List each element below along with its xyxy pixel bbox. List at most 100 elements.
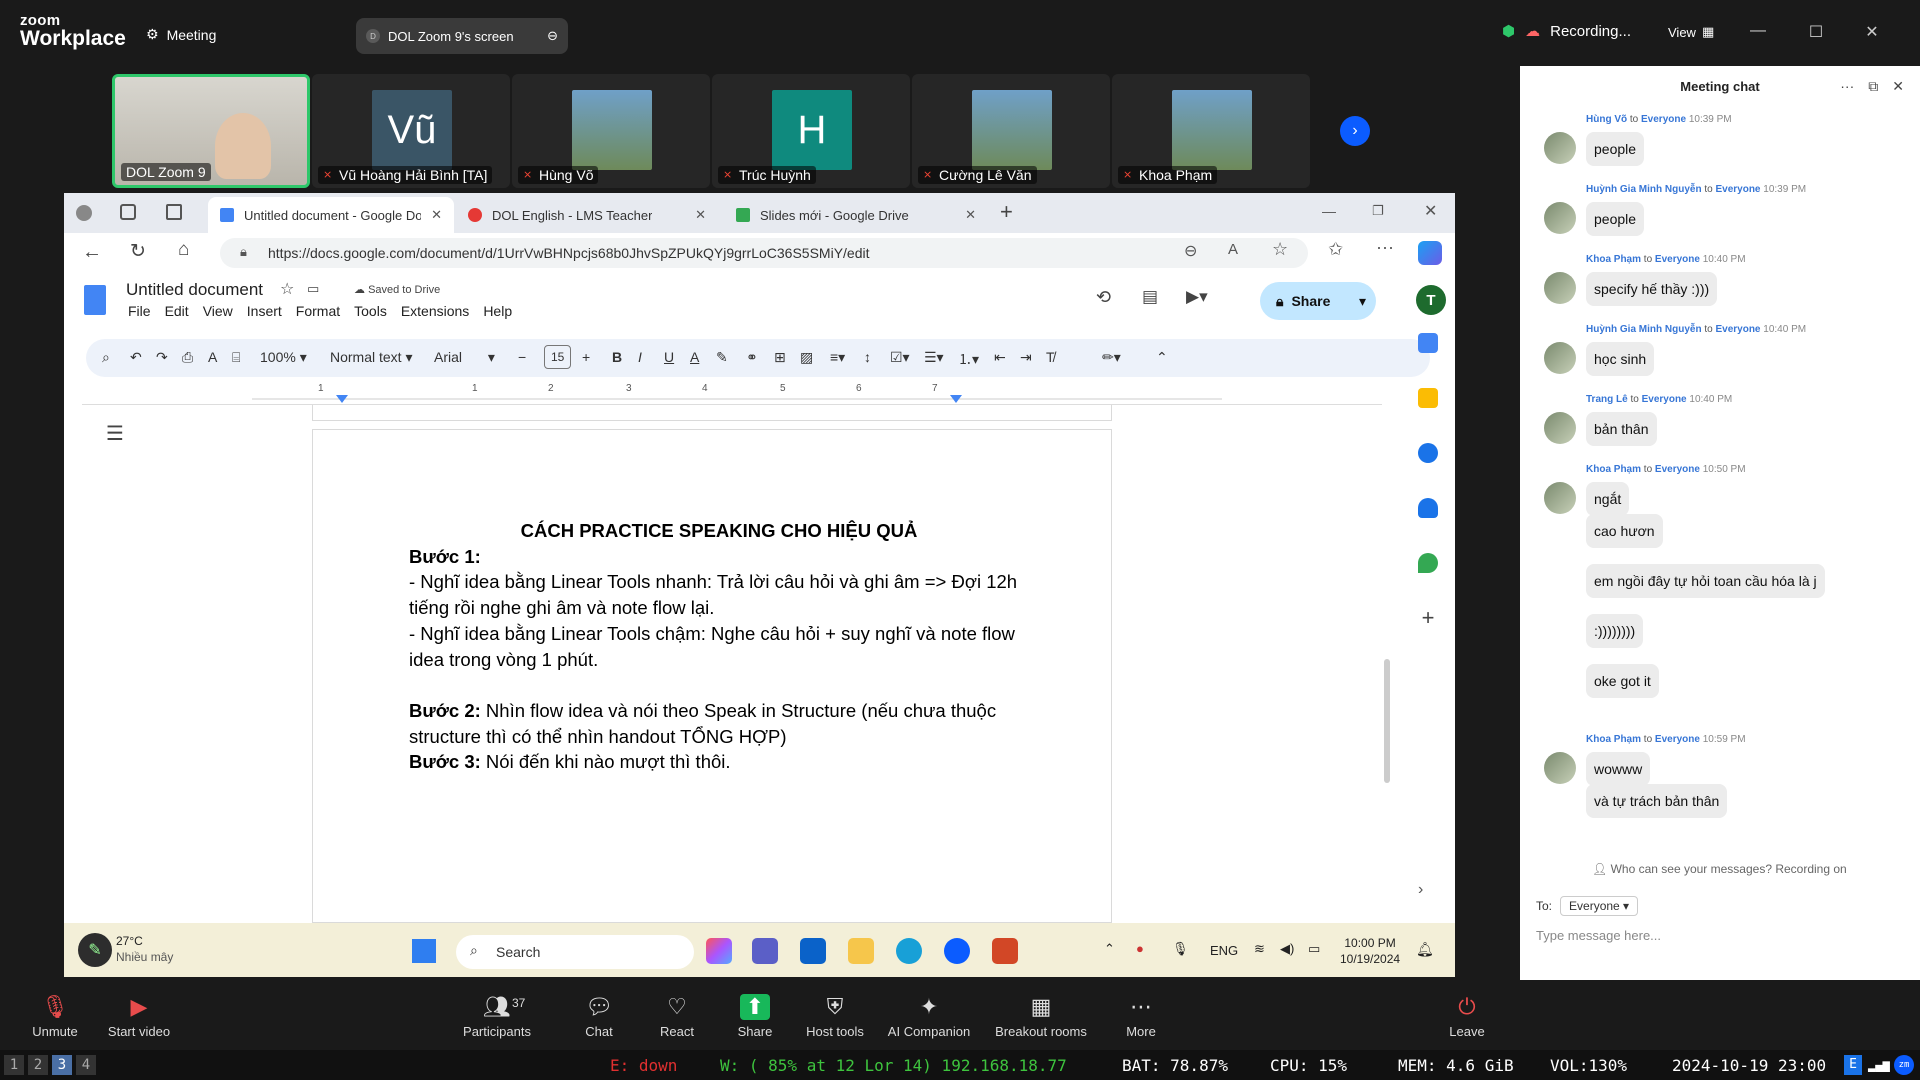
- edge-tray-icon[interactable]: E: [1844, 1055, 1862, 1075]
- zoom-page-icon[interactable]: ⊖: [1184, 241, 1197, 261]
- print-icon[interactable]: ⎙: [182, 349, 193, 366]
- control-ai-companion[interactable]: ✦ AI Companion: [874, 994, 984, 1039]
- settings-more-icon[interactable]: ···: [1376, 237, 1394, 258]
- control-breakout-rooms[interactable]: ▦ Breakout rooms: [986, 994, 1096, 1039]
- font-size-field[interactable]: 15: [544, 345, 572, 369]
- increase-indent-icon[interactable]: ⇥: [1020, 349, 1032, 366]
- user-avatar[interactable]: T: [1416, 285, 1446, 315]
- copilot-app-icon[interactable]: [706, 938, 732, 964]
- workspace-button[interactable]: 3: [52, 1055, 72, 1075]
- bold-icon[interactable]: B: [612, 349, 622, 365]
- view-button[interactable]: View ▦: [1668, 24, 1714, 40]
- link-icon[interactable]: ⚭: [746, 349, 758, 366]
- chat-more-icon[interactable]: ···: [1840, 78, 1854, 95]
- notifications-icon[interactable]: 🔔︎: [1416, 941, 1434, 958]
- checklist-icon[interactable]: ☑▾: [890, 349, 910, 366]
- next-page-icon[interactable]: ›: [1340, 116, 1370, 146]
- menu-edit[interactable]: Edit: [165, 303, 189, 319]
- move-folder-icon[interactable]: ▭: [307, 281, 319, 297]
- recipient-select[interactable]: Everyone ▾: [1560, 896, 1639, 916]
- zoom-select[interactable]: 100% ▾: [260, 349, 307, 366]
- popout-icon[interactable]: ⧉: [1868, 78, 1878, 95]
- back-icon[interactable]: ←: [82, 241, 102, 264]
- volume-icon[interactable]: ◀): [1280, 941, 1294, 957]
- browser-tab[interactable]: Untitled document - Google Docs ✕: [208, 197, 454, 233]
- share-dropdown-icon[interactable]: ▾: [1359, 293, 1366, 310]
- favorite-star-icon[interactable]: ☆: [1272, 239, 1288, 260]
- decrease-font-icon[interactable]: −: [518, 349, 526, 365]
- browser-tab[interactable]: DOL English - LMS Teacher ✕: [456, 197, 718, 233]
- windows-start-icon[interactable]: [412, 939, 436, 963]
- close-icon[interactable]: ✕: [1862, 22, 1882, 42]
- browser-tab[interactable]: Slides mới - Google Drive ✕: [724, 197, 988, 233]
- star-icon[interactable]: ☆: [280, 279, 294, 299]
- maximize-icon[interactable]: ☐: [1806, 22, 1826, 42]
- sender-name[interactable]: Trang Lê: [1586, 394, 1628, 405]
- file-explorer-icon[interactable]: [848, 938, 874, 964]
- save-status[interactable]: ☁ Saved to Drive: [354, 283, 440, 296]
- url-field[interactable]: https://docs.google.com/document/d/1UrrV…: [220, 238, 1308, 268]
- version-history-icon[interactable]: ⟲: [1096, 287, 1111, 308]
- menu-insert[interactable]: Insert: [247, 303, 282, 319]
- keep-icon[interactable]: [1418, 388, 1438, 408]
- participant-thumbnail[interactable]: ⨯ Khoa Phạm: [1112, 74, 1310, 188]
- font-select[interactable]: Arial ▾: [434, 349, 495, 366]
- menu-file[interactable]: File: [128, 303, 151, 319]
- contacts-icon[interactable]: [1418, 498, 1438, 518]
- style-select[interactable]: Normal text ▾: [330, 349, 413, 366]
- document-body[interactable]: CÁCH PRACTICE SPEAKING CHO HIỆU QUẢ Bước…: [409, 518, 1029, 775]
- tab-close-icon[interactable]: ✕: [695, 207, 706, 223]
- tray-overflow-icon[interactable]: ⌃: [1104, 941, 1115, 957]
- recipient-name[interactable]: Everyone: [1655, 464, 1700, 475]
- menu-extensions[interactable]: Extensions: [401, 303, 469, 319]
- workspace-button[interactable]: 1: [4, 1055, 24, 1075]
- sender-avatar[interactable]: [1544, 132, 1576, 164]
- input-language[interactable]: ENG: [1210, 943, 1238, 958]
- sender-name[interactable]: Hùng Võ: [1586, 114, 1627, 125]
- profile-icon[interactable]: [76, 205, 92, 221]
- sender-avatar[interactable]: [1544, 752, 1576, 784]
- zoom-app-icon[interactable]: [944, 938, 970, 964]
- sender-name[interactable]: Khoa Phạm: [1586, 734, 1641, 745]
- control-start-video[interactable]: ▶ Start video: [84, 994, 194, 1039]
- menu-help[interactable]: Help: [483, 303, 512, 319]
- align-icon[interactable]: ≡▾: [830, 349, 845, 366]
- teams-icon[interactable]: [752, 938, 778, 964]
- chat-input[interactable]: Type message here...: [1536, 928, 1661, 943]
- maps-icon[interactable]: [1418, 553, 1438, 573]
- sender-name[interactable]: Khoa Phạm: [1586, 254, 1641, 265]
- left-indent-marker[interactable]: [336, 395, 348, 403]
- participant-thumbnail[interactable]: Vũ ⨯ Vũ Hoàng Hải Bình [TA]: [312, 74, 510, 188]
- calendar-icon[interactable]: [1418, 333, 1438, 353]
- line-spacing-icon[interactable]: ↕: [864, 349, 871, 365]
- document-page[interactable]: CÁCH PRACTICE SPEAKING CHO HIỆU QUẢ Bước…: [312, 429, 1112, 923]
- reload-icon[interactable]: ↻: [130, 240, 146, 263]
- docs-logo-icon[interactable]: [84, 285, 106, 315]
- participant-thumbnail[interactable]: H ⨯ Trúc Huỳnh: [712, 74, 910, 188]
- clear-formatting-icon[interactable]: T̸: [1046, 349, 1055, 365]
- wifi-icon[interactable]: ≋: [1254, 941, 1265, 957]
- workspace-button[interactable]: 4: [76, 1055, 96, 1075]
- tab-close-icon[interactable]: ✕: [431, 207, 442, 223]
- text-color-icon[interactable]: A: [690, 349, 699, 365]
- sender-avatar[interactable]: [1544, 202, 1576, 234]
- undo-icon[interactable]: ↶: [130, 349, 142, 366]
- copilot-icon[interactable]: [1418, 241, 1442, 265]
- vertical-scrollbar[interactable]: [1384, 659, 1390, 783]
- edge-icon[interactable]: [896, 938, 922, 964]
- more-options-icon[interactable]: ⊖: [547, 28, 558, 44]
- sender-avatar[interactable]: [1544, 272, 1576, 304]
- window-close-icon[interactable]: ✕: [1424, 201, 1437, 221]
- new-tab-icon[interactable]: +: [1000, 199, 1013, 225]
- comments-icon[interactable]: ▤: [1142, 287, 1158, 307]
- recording-status[interactable]: ⬢ ☁ Recording...: [1502, 22, 1631, 41]
- add-comment-icon[interactable]: ⊞: [774, 349, 786, 366]
- microphone-icon[interactable]: 🎙︎: [1172, 941, 1189, 957]
- menu-tools[interactable]: Tools: [354, 303, 387, 319]
- sender-avatar[interactable]: [1544, 342, 1576, 374]
- highlight-icon[interactable]: ✎: [716, 349, 728, 366]
- document-title[interactable]: Untitled document: [126, 280, 263, 300]
- zoom-tray-icon[interactable]: zm: [1894, 1055, 1914, 1075]
- recipient-name[interactable]: Everyone: [1715, 184, 1760, 195]
- tab-actions-icon[interactable]: [166, 204, 182, 220]
